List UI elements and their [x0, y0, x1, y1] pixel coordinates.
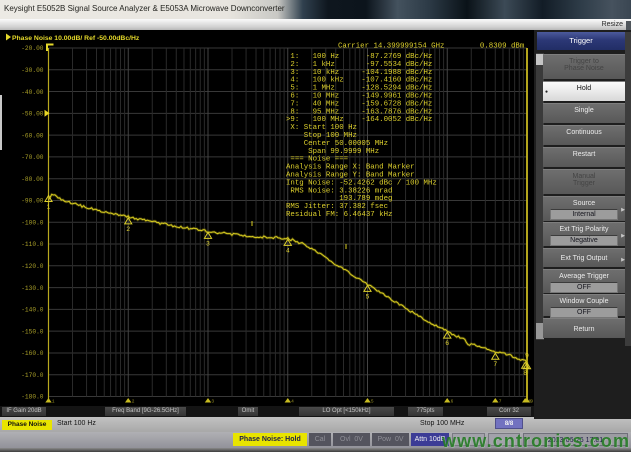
svg-text:-170.0: -170.0 — [21, 372, 44, 379]
svg-text:-100.0: -100.0 — [21, 219, 44, 226]
svg-text:3: 3 — [206, 240, 210, 247]
svg-text:-120.0: -120.0 — [21, 263, 44, 270]
svg-text:-110.0: -110.0 — [21, 241, 44, 248]
svg-text:3: 10 kHz -104.1988 dBc/: 3: 10 kHz -104.1988 dBc/Hz — [286, 69, 432, 77]
svg-text:-160.0: -160.0 — [21, 350, 44, 357]
svg-text:8: 8 — [523, 370, 527, 377]
svg-text:8: 95 MHz -163.7876 dBc/: 8: 95 MHz -163.7876 dBc/Hz — [286, 108, 432, 116]
svg-text:=== Noise ===: === Noise === — [286, 156, 349, 164]
svg-text:4: 100 kHz -107.4160 dBc/: 4: 100 kHz -107.4160 dBc/Hz — [286, 77, 432, 85]
svg-text:5: 5 — [371, 399, 374, 405]
svg-text:Center 50.00005 MHz: Center 50.00005 MHz — [286, 140, 388, 148]
svg-text:-180.0: -180.0 — [21, 394, 44, 401]
svg-text:7: 7 — [493, 361, 497, 368]
svg-text:7: 7 — [499, 399, 502, 405]
svg-text:-20.00: -20.00 — [21, 45, 44, 52]
svg-text:X: Start 100 Hz: X: Start 100 Hz — [286, 124, 357, 132]
svg-text:2: 2 — [126, 226, 130, 233]
svg-text:Carrier 14.399999154 GHz: Carrier 14.399999154 GHz 0.8309 dBm — [338, 43, 525, 51]
svg-text:-80.00: -80.00 — [21, 176, 44, 183]
svg-text:4: 4 — [286, 247, 290, 254]
svg-text:Stop 100 MHz: Stop 100 MHz — [286, 132, 357, 140]
svg-text:-70.00: -70.00 — [21, 154, 44, 161]
svg-text:-40.00: -40.00 — [21, 89, 44, 96]
svg-text:5: 1 MHz -128.5294 dBc/: 5: 1 MHz -128.5294 dBc/Hz — [286, 85, 432, 93]
svg-text:9: 9 — [530, 399, 533, 405]
svg-text:6: 6 — [445, 340, 449, 347]
svg-text:-30.00: -30.00 — [21, 67, 44, 74]
svg-text:Analysis Range X: Band Marker: Analysis Range X: Band Marker — [286, 164, 415, 172]
svg-text:2: 2 — [132, 399, 135, 405]
svg-text:1: 1 — [52, 399, 55, 405]
svg-text:193.789 mdeg: 193.789 mdeg — [286, 195, 392, 203]
svg-text:Span 99.9999 MHz: Span 99.9999 MHz — [286, 148, 379, 156]
svg-text:3: 3 — [211, 399, 214, 405]
svg-text:Phase Noise 10.00dB/ Ref -50.0: Phase Noise 10.00dB/ Ref -50.00dBc/Hz — [12, 35, 140, 42]
svg-text:7: 40 MHz -159.6728 dBc/: 7: 40 MHz -159.6728 dBc/Hz — [286, 100, 432, 108]
svg-text:-60.00: -60.00 — [21, 132, 44, 139]
svg-text:5: 5 — [366, 293, 370, 300]
svg-text:RMS Noise: 3.38226 mrad: RMS Noise: 3.38226 mrad — [286, 187, 392, 195]
svg-text:-130.0: -130.0 — [21, 285, 44, 292]
svg-text:1: 100 Hz -87.2769 dBc/: 1: 100 Hz -87.2769 dBc/Hz — [286, 53, 432, 61]
svg-text:-50.00: -50.00 — [21, 111, 44, 118]
svg-text:Analysis Range Y: Band Marker: Analysis Range Y: Band Marker — [286, 172, 415, 180]
svg-text:Residual FM: 6.46437 kHz: Residual FM: 6.46437 kHz — [286, 211, 392, 219]
svg-text:2: 1 kHz -97.5534 dBc/: 2: 1 kHz -97.5534 dBc/Hz — [286, 61, 432, 69]
svg-text:6: 6 — [451, 399, 454, 405]
svg-text:Intg Noise: -52.4262 dBc / 100: Intg Noise: -52.4262 dBc / 100 MHz — [286, 179, 437, 187]
svg-text:-140.0: -140.0 — [21, 307, 44, 314]
svg-text:RMS Jitter: 37.382 fsec: RMS Jitter: 37.382 fsec — [286, 203, 388, 211]
svg-text:9: 9 — [525, 353, 529, 360]
svg-text:>9: 100 MHz -164.0052 dBc: >9: 100 MHz -164.0052 dBc/Hz — [286, 116, 432, 124]
svg-text:4: 4 — [291, 399, 294, 405]
svg-text:-150.0: -150.0 — [21, 328, 44, 335]
svg-text:-90.00: -90.00 — [21, 198, 44, 205]
svg-text:6: 10 MHz -149.9961 dBc/: 6: 10 MHz -149.9961 dBc/Hz — [286, 93, 432, 101]
svg-text:1: 1 — [47, 204, 51, 211]
